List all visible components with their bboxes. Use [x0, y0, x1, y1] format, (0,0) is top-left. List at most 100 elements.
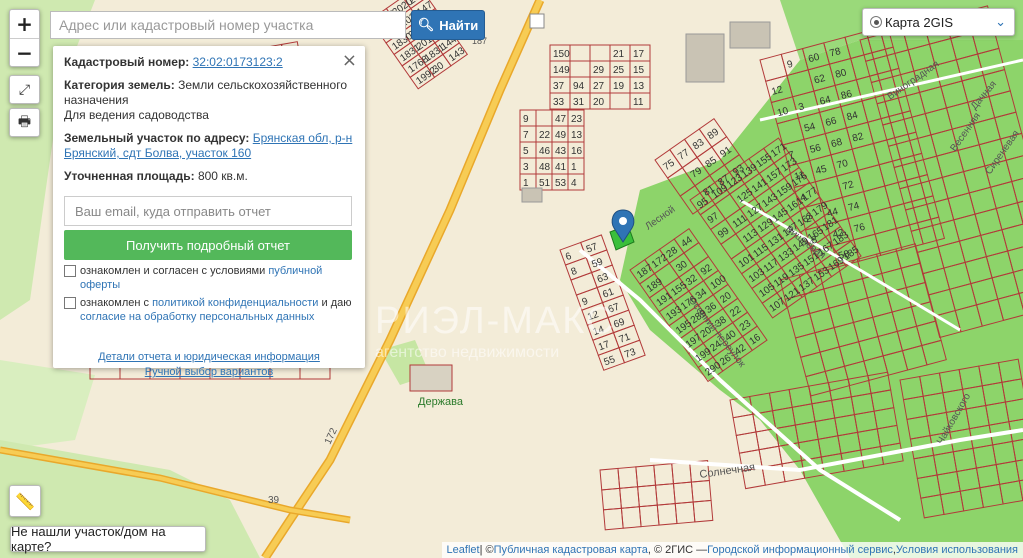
parcel: [602, 507, 624, 531]
zoom-out-button[interactable]: −: [10, 39, 39, 67]
terms-link[interactable]: Условия использования: [896, 544, 1018, 556]
parcel: [671, 461, 692, 485]
parcel: [569, 44, 591, 62]
email-field[interactable]: [64, 196, 352, 226]
parcel: [653, 463, 675, 486]
parcel-number: 9: [581, 296, 590, 308]
pkk-link[interactable]: Публичная кадастровая карта: [494, 544, 648, 556]
parcel-number: 3: [523, 162, 529, 173]
parcel-number: 31: [573, 97, 585, 108]
popup-footer-links: Детали отчета и юридическая информация Р…: [64, 350, 354, 380]
area-label: Уточненная площадь:: [64, 169, 195, 183]
parcel-number: 22: [539, 130, 551, 141]
attribution-sep: | ©: [479, 544, 494, 556]
parcel-number: 149: [553, 65, 570, 76]
parcel-number: 11: [633, 97, 644, 108]
fullscreen-button[interactable]: ⤢: [9, 75, 40, 104]
parcel: [637, 484, 658, 508]
parcel-number: 13: [571, 130, 583, 141]
not-found-button[interactable]: Не нашли участок/дом на карте?: [10, 524, 206, 554]
parcel: [535, 109, 553, 127]
ruler-icon: 📏: [15, 491, 35, 511]
parcel-number: 49: [555, 130, 567, 141]
parcel: [599, 467, 621, 491]
printer-icon: 🖶: [17, 113, 32, 130]
address-row: Земельный участок по адресу: Брянская об…: [64, 131, 354, 161]
close-icon[interactable]: ×: [342, 50, 357, 71]
parcel-number: 9: [786, 59, 795, 71]
parcel: [609, 92, 631, 110]
parcel-number: 94: [573, 81, 585, 92]
details-link[interactable]: Детали отчета и юридическая информация: [98, 351, 320, 363]
parcel-number: 25: [613, 65, 625, 76]
parcel-number: 47: [555, 114, 567, 125]
parcel-number: 9: [523, 114, 529, 125]
layer-switcher[interactable]: Карта 2GIS ⌄: [862, 8, 1015, 36]
parcel-number: 8: [570, 266, 579, 278]
parcel: [638, 504, 660, 528]
parcel: [635, 464, 657, 488]
parcel-number: 4: [571, 178, 577, 189]
building: [409, 364, 453, 392]
parcel-number: 150: [553, 49, 570, 60]
parcel-number: 13: [633, 81, 645, 92]
search-button-label: Найти: [439, 17, 479, 33]
parcel-number: 83: [691, 137, 707, 153]
leaflet-link[interactable]: Leaflet: [447, 544, 480, 556]
parcel: [601, 487, 622, 511]
search-input[interactable]: [50, 11, 406, 39]
parcel-number: 48: [539, 162, 551, 173]
layer-label: Карта 2GIS: [885, 14, 954, 30]
area-row: Уточненная площадь: 800 кв.м.: [64, 169, 354, 184]
parcel-number: 23: [571, 114, 583, 125]
parcel-number: 7: [523, 130, 529, 141]
search-button[interactable]: 🔍︎ Найти: [411, 10, 485, 40]
parcel-number: 43: [555, 146, 567, 157]
parcel: [692, 499, 714, 523]
consent-link[interactable]: согласие на обработку персональных данны…: [80, 311, 314, 323]
attribution: Leaflet | © Публичная кадастровая карта …: [441, 542, 1023, 558]
zoom-in-button[interactable]: +: [10, 10, 39, 39]
parcel-number: 16: [571, 146, 583, 157]
privacy-checkbox[interactable]: [64, 297, 76, 309]
parcel: [656, 503, 678, 526]
print-button[interactable]: 🖶: [9, 108, 40, 137]
parcel-number: 51: [539, 178, 551, 189]
parcel: [672, 481, 694, 505]
2gis-city-link[interactable]: Городской информационный сервис: [707, 544, 893, 556]
get-report-button[interactable]: Получить подробный отчет: [64, 230, 352, 260]
road-number-39: 39: [268, 495, 280, 506]
building: [729, 21, 771, 49]
parcel-number: 21: [613, 49, 625, 60]
parcel-number: 20: [593, 97, 605, 108]
parcel-number: 1: [571, 162, 577, 173]
parcel: [620, 506, 642, 529]
parcel-number: 75: [661, 157, 677, 173]
cadastre-number-link[interactable]: 32:02:0173123:2: [193, 55, 283, 69]
parcel-number: 53: [555, 178, 567, 189]
privacy-agreement: ознакомлен с политикой конфиденциальност…: [64, 296, 354, 324]
radio-icon: [870, 16, 882, 28]
parcel-number: 17: [633, 49, 645, 60]
parcel: [690, 479, 712, 503]
parcel-number: 46: [539, 146, 551, 157]
parcel-info-popup: × Кадастровый номер: 32:02:0173123:2 Кат…: [53, 46, 365, 378]
parcel: [569, 60, 591, 78]
cadastre-row: Кадастровый номер: 32:02:0173123:2: [64, 55, 354, 70]
parcel: [619, 486, 640, 509]
category-row: Категория земель: Земли сельскохозяйстве…: [64, 78, 354, 123]
parcel: [589, 44, 611, 62]
cadastre-label: Кадастровый номер:: [64, 55, 190, 69]
privacy-link[interactable]: политикой конфиденциальности: [152, 297, 318, 309]
zoom-control: + −: [9, 9, 40, 67]
parcel-number: 6: [564, 251, 573, 263]
offer-checkbox[interactable]: [64, 265, 76, 277]
search-icon: 🔍︎: [417, 17, 435, 32]
parcel-number: 1: [523, 178, 529, 189]
parcel-number: 5: [523, 146, 529, 157]
measure-button[interactable]: 📏: [9, 485, 41, 517]
parcel: [759, 53, 788, 82]
address-label: Земельный участок по адресу:: [64, 131, 250, 145]
manual-select-link[interactable]: Ручной выбор вариантов: [145, 366, 273, 378]
parcel: [617, 466, 639, 489]
